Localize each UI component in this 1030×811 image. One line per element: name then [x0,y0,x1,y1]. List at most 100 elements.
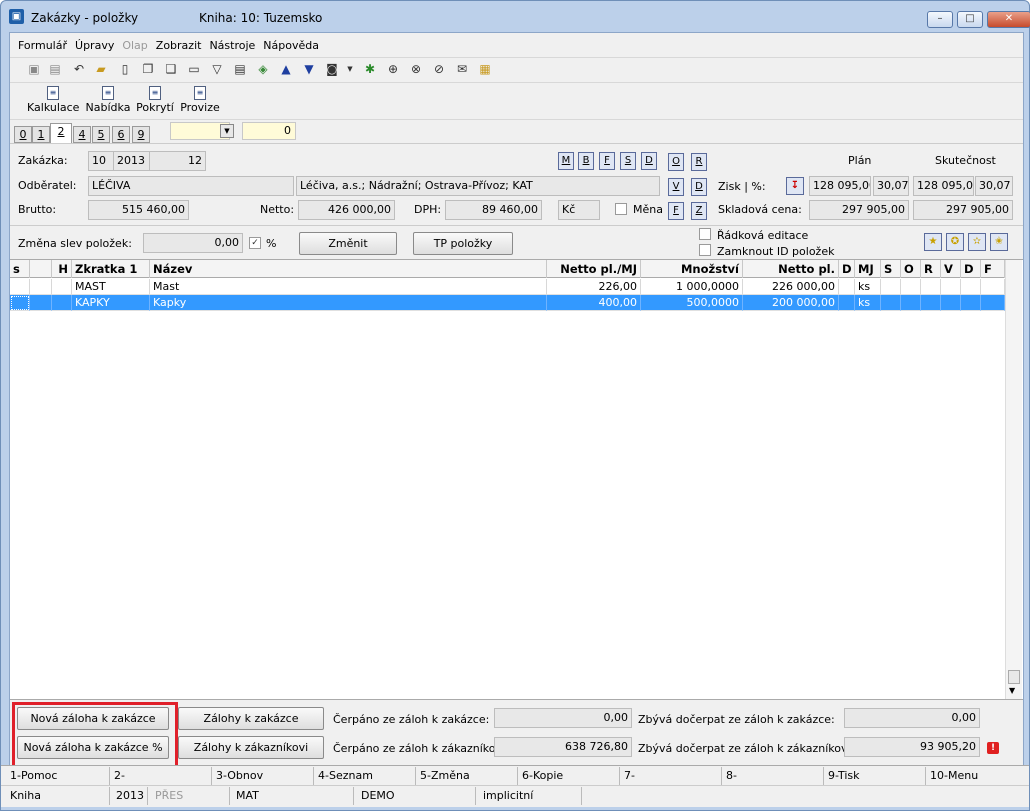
cell-s2[interactable] [881,279,901,295]
letter-button-d[interactable]: D [641,152,657,170]
col-mj[interactable]: MJ [855,260,881,278]
menu-zobrazit[interactable]: Zobrazit [156,37,202,55]
col-o[interactable]: O [901,260,921,278]
kalkulace-button[interactable]: ≡ Kalkulace [27,86,79,114]
cell-s2[interactable] [881,295,901,311]
undo-icon[interactable]: ↶ [71,61,87,77]
fkey-8[interactable]: 8- [726,769,737,782]
items-grid[interactable]: s H Zkratka 1 Název Netto pl./MJ Množstv… [10,259,1023,700]
cerpano-zakaznikovi-field[interactable]: 638 726,80 [494,737,632,757]
cell-mnozstvi[interactable]: 1 000,0000 [641,279,743,295]
tab-6[interactable]: 6 [112,126,130,143]
fkey-2[interactable]: 2- [114,769,125,782]
skut-pct-field[interactable]: 30,07 [975,176,1013,196]
fkey-1[interactable]: 1-Pomoc [10,769,57,782]
cell-s[interactable] [10,279,30,295]
star-icon[interactable]: ★ [924,233,942,251]
nova-zaloha-button[interactable]: Nová záloha k zakázce [17,707,169,730]
tab-4[interactable]: 4 [73,126,91,143]
star-add-icon[interactable]: ✪ [946,233,964,251]
cell-blank[interactable] [30,295,52,311]
cell-nazev[interactable]: Kapky [150,295,547,311]
tab-2[interactable]: 2 [50,123,72,144]
cell-mnozstvi[interactable]: 500,0000 [641,295,743,311]
fkey-3[interactable]: 3-Obnov [216,769,263,782]
col-netto[interactable]: Netto pl. [743,260,839,278]
zalohy-zakaznikovi-button[interactable]: Zálohy k zákazníkovi [178,736,324,759]
document-filter-icon[interactable]: ▤ [232,61,248,77]
filter-icon[interactable]: ▽ [209,61,225,77]
tab-0[interactable]: 0 [14,126,32,143]
plan-zisk-field[interactable]: 128 095,00 [809,176,871,196]
col-mnozstvi[interactable]: Množství [641,260,743,278]
notes-icon[interactable]: ▦ [477,61,493,77]
zalohy-zakazce-button[interactable]: Zálohy k zakázce [178,707,324,730]
pct-checkbox[interactable]: ✓ [249,237,261,249]
maximize-button[interactable]: □ [957,11,983,28]
stack-icon[interactable]: ◈ [255,61,271,77]
col-netto-mj[interactable]: Netto pl./MJ [547,260,641,278]
tab-1[interactable]: 1 [32,126,50,143]
odberatel-code-field[interactable]: LÉČIVA [88,176,294,196]
col-f[interactable]: F [981,260,1005,278]
cell-nazev[interactable]: Mast [150,279,547,295]
menu-upravy[interactable]: Úpravy [75,37,114,55]
table-row[interactable]: MAST Mast 226,00 1 000,0000 226 000,00 k… [10,279,1005,295]
cell-o[interactable] [901,279,921,295]
plan-pct-field[interactable]: 30,07 [873,176,909,196]
paste-icon[interactable]: ❑ [163,61,179,77]
side-button-d[interactable]: D [691,178,707,196]
pokryti-button[interactable]: ≡ Pokrytí [136,86,174,114]
fkey-6[interactable]: 6-Kopie [522,769,563,782]
col-blank[interactable] [30,260,52,278]
save-as-icon[interactable]: ▤ [47,61,63,77]
binoculars-prev-icon[interactable]: ⊘ [431,61,447,77]
warning-icon[interactable]: ! [987,742,999,754]
provize-button[interactable]: ≡ Provize [180,86,220,114]
close-button[interactable]: ✕ [987,11,1030,28]
col-v[interactable]: V [941,260,961,278]
side-button-o[interactable]: O [668,153,684,171]
minimize-button[interactable]: – [927,11,953,28]
scroll-down-icon[interactable]: ▼ [1009,686,1015,695]
chevron-down-icon[interactable]: ▼ [342,61,358,77]
fkey-5[interactable]: 5-Změna [420,769,470,782]
cell-netto-mj[interactable]: 226,00 [547,279,641,295]
cell-r[interactable] [921,295,941,311]
save-icon[interactable]: ▣ [26,61,42,77]
cell-o[interactable] [901,295,921,311]
zamknout-checkbox[interactable] [699,244,711,256]
radkova-editace-checkbox[interactable] [699,228,711,240]
camera-icon[interactable]: ◙ [324,61,340,77]
letter-button-b[interactable]: B [578,152,594,170]
zbyva-zakaznikovi-field[interactable]: 93 905,20 [844,737,980,757]
menu-nastroje[interactable]: Nástroje [209,37,255,55]
tab-9[interactable]: 9 [132,126,150,143]
zmenit-button[interactable]: Změnit [299,232,397,255]
side-button-z[interactable]: Z [691,202,707,220]
cerpano-zakazce-field[interactable]: 0,00 [494,708,632,728]
fkey-9[interactable]: 9-Tisk [828,769,860,782]
run-icon[interactable]: ✱ [362,61,378,77]
fkey-7[interactable]: 7- [624,769,635,782]
book-icon[interactable]: ▭ [186,61,202,77]
col-h[interactable]: H [52,260,72,278]
cell-d2[interactable] [961,279,981,295]
col-nazev[interactable]: Název [150,260,547,278]
col-s2[interactable]: S [881,260,901,278]
arrow-up-icon[interactable]: ▲ [278,61,294,77]
new-document-icon[interactable]: ▯ [117,61,133,77]
zbyva-zakazce-field[interactable]: 0,00 [844,708,980,728]
binoculars-next-icon[interactable]: ⊗ [408,61,424,77]
cell-d[interactable] [839,279,855,295]
cell-f[interactable] [981,295,1005,311]
table-row-selected[interactable]: KAPKY Kapky 400,00 500,0000 200 000,00 k… [10,295,1005,311]
dph-field[interactable]: 89 460,00 [445,200,542,220]
zmena-slev-field[interactable]: 0,00 [143,233,243,253]
title-bar[interactable]: ▣ Zakázky - položky Kniha: 10: Tuzemsko … [1,1,1030,31]
nabidka-button[interactable]: ≡ Nabídka [85,86,131,114]
cell-v[interactable] [941,295,961,311]
mail-icon[interactable]: ✉ [454,61,470,77]
skut-zisk-field[interactable]: 128 095,00 [913,176,974,196]
binoculars-icon[interactable]: ⊕ [385,61,401,77]
